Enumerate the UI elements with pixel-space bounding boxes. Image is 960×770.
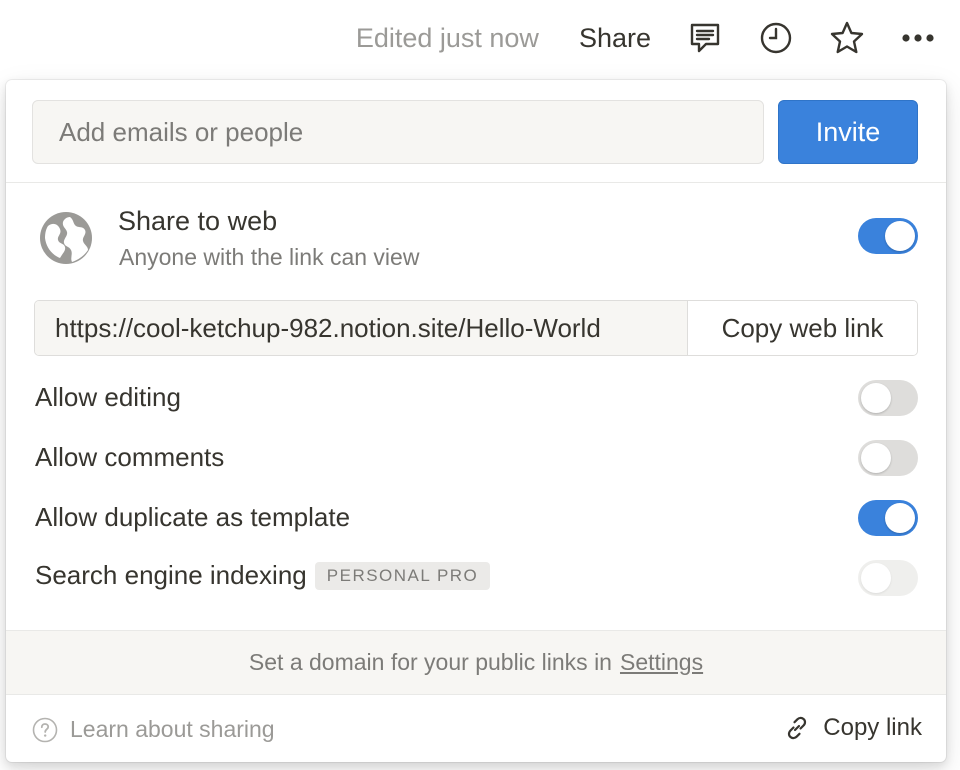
toggle-knob (885, 221, 915, 251)
learn-about-sharing-link[interactable]: Learn about sharing (32, 716, 275, 743)
web-link-box: https://cool-ketchup-982.notion.site/Hel… (34, 300, 918, 356)
allow-editing-toggle[interactable] (858, 380, 918, 416)
invite-button[interactable]: Invite (778, 100, 918, 164)
star-icon[interactable] (827, 18, 867, 58)
globe-icon (38, 210, 94, 266)
plan-badge: PERSONAL PRO (314, 561, 491, 590)
allow-duplicate-toggle[interactable] (858, 500, 918, 536)
share-to-web-subtitle: Anyone with the link can view (119, 244, 420, 270)
comment-icon[interactable] (685, 18, 725, 58)
settings-link[interactable]: Settings (620, 649, 703, 676)
copy-link-label: Copy link (823, 714, 922, 741)
search-indexing-row: Search engine indexing PERSONAL PRO (35, 560, 491, 591)
help-icon (32, 717, 58, 742)
clock-icon[interactable] (756, 18, 796, 58)
web-link-url[interactable]: https://cool-ketchup-982.notion.site/Hel… (35, 301, 688, 355)
share-to-web-toggle[interactable] (858, 218, 918, 254)
domain-hint: Set a domain for your public links in Se… (6, 630, 946, 695)
share-button[interactable]: Share (579, 23, 651, 54)
copy-web-link-button[interactable]: Copy web link (688, 301, 917, 355)
search-indexing-label: Search engine indexing (35, 560, 307, 590)
invite-row: Invite (6, 80, 946, 183)
popover-footer: Learn about sharing Copy link (6, 696, 946, 762)
domain-hint-text: Set a domain for your public links in (248, 649, 612, 675)
share-popover: Invite Share to web Anyone with the link… (6, 80, 946, 762)
page-topbar: Edited just now Share (0, 0, 960, 76)
allow-comments-label: Allow comments (35, 442, 225, 472)
allow-editing-label: Allow editing (35, 382, 181, 412)
allow-comments-toggle[interactable] (858, 440, 918, 476)
toggle-knob (885, 503, 915, 533)
toggle-knob (861, 563, 891, 593)
toggle-knob (861, 443, 891, 473)
email-input[interactable] (32, 100, 764, 164)
link-icon (788, 716, 807, 740)
more-icon[interactable] (898, 18, 938, 58)
toggle-knob (861, 383, 891, 413)
share-to-web-title: Share to web (118, 206, 278, 236)
edited-status: Edited just now (355, 22, 539, 53)
share-to-web-row: Share to web Anyone with the link can vi… (6, 184, 946, 284)
copy-link-button[interactable]: Copy link (783, 714, 922, 742)
learn-about-sharing-label: Learn about sharing (70, 716, 275, 742)
search-indexing-toggle (858, 560, 918, 596)
allow-duplicate-label: Allow duplicate as template (35, 502, 351, 532)
